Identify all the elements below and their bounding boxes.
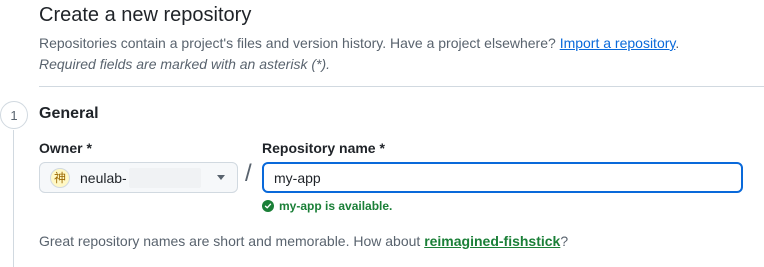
divider — [39, 86, 764, 87]
subtitle-text: Repositories contain a project's files a… — [39, 35, 560, 51]
import-repository-link[interactable]: Import a repository — [560, 35, 676, 51]
section-title-general: General — [39, 105, 99, 122]
name-suggestion: Great repository names are short and mem… — [39, 233, 568, 249]
owner-avatar: 神 — [50, 167, 70, 188]
page-title: Create a new repository — [39, 4, 252, 26]
caret-down-icon — [217, 175, 225, 180]
check-circle-icon — [262, 200, 274, 212]
suggestion-text: Great repository names are short and mem… — [39, 233, 425, 249]
repository-name-input[interactable] — [262, 162, 743, 193]
step-number: 1 — [0, 101, 28, 129]
availability-message: my-app is available. — [262, 199, 392, 213]
subtitle-end: . — [675, 35, 680, 51]
step-line — [13, 130, 14, 267]
repository-name-label: Repository name * — [262, 140, 385, 156]
owner-label: Owner * — [39, 140, 92, 156]
owner-name: neulab- — [80, 169, 127, 186]
suggested-name-link[interactable]: reimagined-fishstick — [424, 233, 560, 249]
owner-name-redacted — [128, 167, 201, 188]
suggestion-end: ? — [560, 233, 569, 249]
required-fields-note: Required fields are marked with an aster… — [39, 56, 331, 72]
page-description: Repositories contain a project's files a… — [39, 35, 679, 51]
owner-repo-separator: / — [245, 160, 252, 187]
availability-text: my-app is available. — [279, 199, 393, 213]
owner-select[interactable]: 神 neulab- — [39, 162, 238, 193]
